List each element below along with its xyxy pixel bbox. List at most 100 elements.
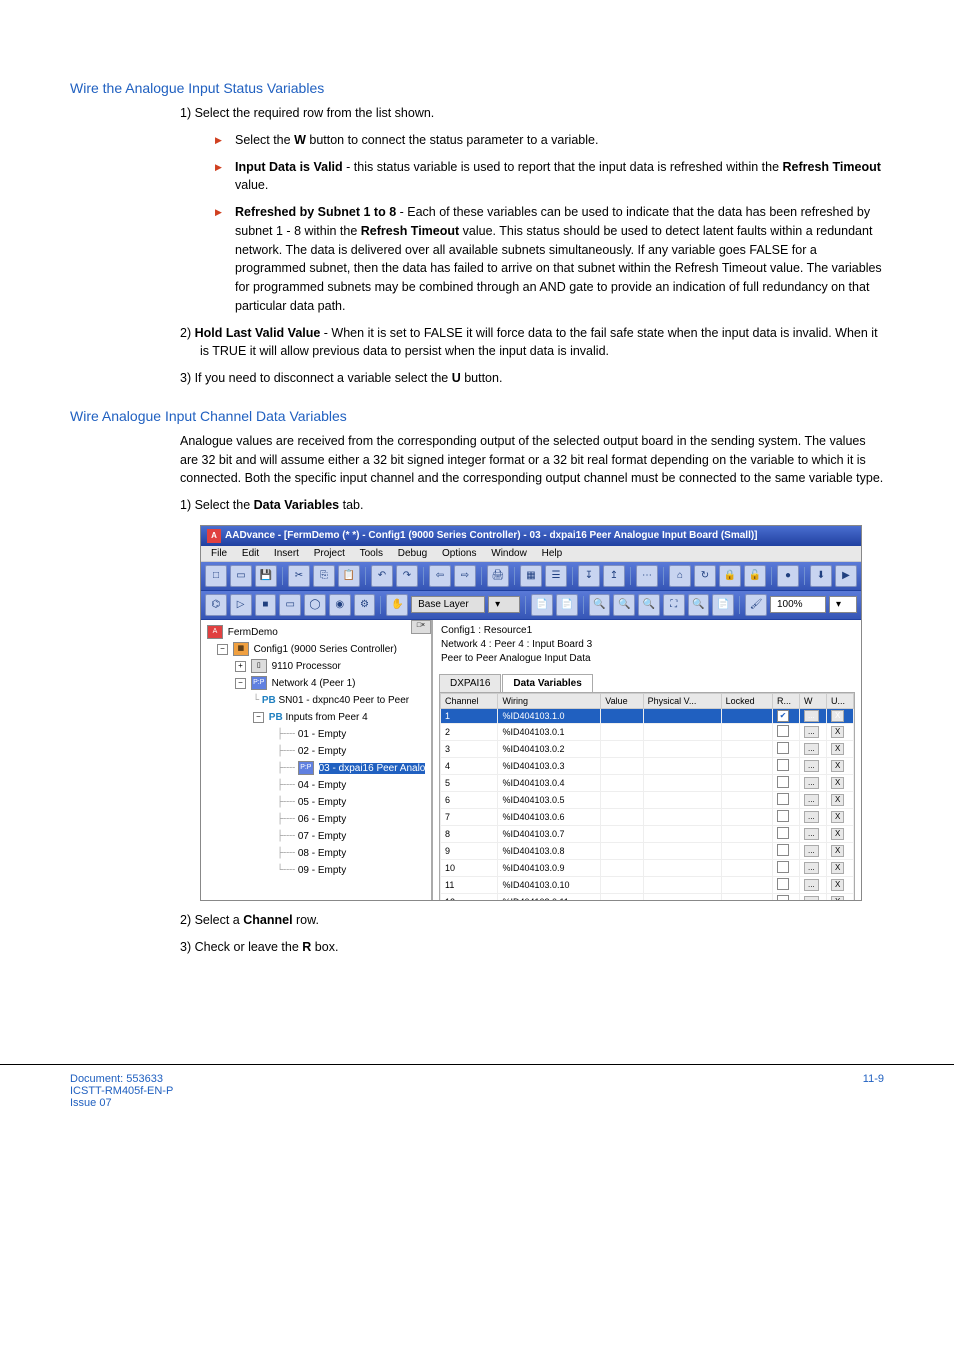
sort-asc-icon[interactable]: ↧: [578, 565, 600, 587]
u-button[interactable]: X: [831, 710, 844, 722]
u-button[interactable]: X: [831, 879, 844, 891]
table-row[interactable]: 12%ID404103.0.11...X: [441, 893, 854, 900]
r-checkbox[interactable]: [777, 742, 789, 754]
page-icon[interactable]: 📄: [712, 594, 734, 616]
undo-icon[interactable]: ↶: [371, 565, 393, 587]
sort-desc-icon[interactable]: ↥: [603, 565, 625, 587]
col-value[interactable]: Value: [601, 693, 643, 708]
r-checkbox[interactable]: [777, 861, 789, 873]
menu-file[interactable]: File: [205, 546, 233, 561]
list-icon[interactable]: ☰: [545, 565, 567, 587]
u-button[interactable]: X: [831, 845, 844, 857]
menu-edit[interactable]: Edit: [236, 546, 265, 561]
col-channel[interactable]: Channel: [441, 693, 498, 708]
w-button[interactable]: ...: [804, 862, 819, 874]
tile-icon[interactable]: ▦: [520, 565, 542, 587]
tree-slot-08[interactable]: ├╌╌ 08 - Empty: [203, 845, 429, 862]
r-checkbox[interactable]: [777, 810, 789, 822]
col-physical[interactable]: Physical V...: [643, 693, 721, 708]
back-icon[interactable]: ⇦: [429, 565, 451, 587]
print-icon[interactable]: 🖨: [487, 565, 509, 587]
tab-data-variables[interactable]: Data Variables: [502, 674, 592, 692]
menu-options[interactable]: Options: [436, 546, 482, 561]
zoom-select[interactable]: 100%: [770, 596, 826, 613]
menu-window[interactable]: Window: [485, 546, 533, 561]
table-row[interactable]: 4%ID404103.0.3...X: [441, 757, 854, 774]
unlock-icon[interactable]: 🔓: [744, 565, 766, 587]
w-button[interactable]: ...: [804, 879, 819, 891]
run-icon[interactable]: ▷: [230, 594, 252, 616]
new-icon[interactable]: □: [205, 565, 227, 587]
table-row[interactable]: 1%ID404103.1.0✔...X: [441, 708, 854, 723]
col-wiring[interactable]: Wiring: [498, 693, 601, 708]
layer-dropdown[interactable]: ▾: [488, 596, 520, 613]
hand-icon[interactable]: ✋: [386, 594, 408, 616]
zoom1-icon[interactable]: 🔍: [589, 594, 611, 616]
tree-processor[interactable]: + ▯ 9110 Processor: [203, 658, 429, 675]
table-row[interactable]: 6%ID404103.0.5...X: [441, 791, 854, 808]
w-button[interactable]: ...: [804, 845, 819, 857]
menu-help[interactable]: Help: [536, 546, 569, 561]
zoom3-icon[interactable]: 🔍: [638, 594, 660, 616]
w-button[interactable]: ...: [804, 710, 819, 722]
save-icon[interactable]: 💾: [255, 565, 277, 587]
next-icon[interactable]: ▶: [835, 565, 857, 587]
open-icon[interactable]: ▭: [230, 565, 252, 587]
w-button[interactable]: ...: [804, 811, 819, 823]
lock-icon[interactable]: 🔒: [719, 565, 741, 587]
brush-icon[interactable]: 🖌: [745, 594, 767, 616]
home-icon[interactable]: ⌂: [669, 565, 691, 587]
r-checkbox[interactable]: [777, 759, 789, 771]
forward-icon[interactable]: ⇨: [454, 565, 476, 587]
fit-icon[interactable]: ⛶: [663, 594, 685, 616]
tree-slot-02[interactable]: ├╌╌ 02 - Empty: [203, 743, 429, 760]
menu-tools[interactable]: Tools: [354, 546, 389, 561]
r-checkbox[interactable]: [777, 827, 789, 839]
tree-slot-06[interactable]: ├╌╌ 06 - Empty: [203, 811, 429, 828]
r-checkbox[interactable]: [777, 844, 789, 856]
tree-network[interactable]: − P:P Network 4 (Peer 1): [203, 675, 429, 692]
u-button[interactable]: X: [831, 828, 844, 840]
expander-icon[interactable]: +: [235, 661, 246, 672]
hierarchy-icon[interactable]: ⌬: [205, 594, 227, 616]
table-row[interactable]: 11%ID404103.0.10...X: [441, 876, 854, 893]
table-row[interactable]: 2%ID404103.0.1...X: [441, 723, 854, 740]
menu-project[interactable]: Project: [308, 546, 351, 561]
tree-slot-03[interactable]: ├╌╌ P:P 03 - dxpai16 Peer Analo: [203, 760, 429, 777]
tree-config[interactable]: − ▦ Config1 (9000 Series Controller): [203, 641, 429, 658]
r-checkbox[interactable]: ✔: [777, 710, 789, 722]
props-icon[interactable]: ⋯: [636, 565, 658, 587]
copy-icon[interactable]: ⎘: [313, 565, 335, 587]
w-button[interactable]: ...: [804, 896, 819, 900]
expander-icon[interactable]: −: [217, 644, 228, 655]
tree-slot-01[interactable]: ├╌╌ 01 - Empty: [203, 726, 429, 743]
u-button[interactable]: X: [831, 811, 844, 823]
tree-inputs[interactable]: − PB Inputs from Peer 4: [203, 709, 429, 726]
tree-slot-07[interactable]: ├╌╌ 07 - Empty: [203, 828, 429, 845]
expander-icon[interactable]: −: [253, 712, 264, 723]
u-button[interactable]: X: [831, 760, 844, 772]
table-row[interactable]: 3%ID404103.0.2...X: [441, 740, 854, 757]
u-button[interactable]: X: [831, 794, 844, 806]
light-icon[interactable]: ●: [777, 565, 799, 587]
tree-sn01[interactable]: └ PB SN01 - dxpnc40 Peer to Peer: [203, 692, 429, 709]
w-button[interactable]: ...: [804, 760, 819, 772]
screen-icon[interactable]: ▭: [279, 594, 301, 616]
col-locked[interactable]: Locked: [721, 693, 772, 708]
zoom-dropdown[interactable]: ▾: [829, 596, 857, 613]
circle2-icon[interactable]: ◉: [329, 594, 351, 616]
u-button[interactable]: X: [831, 726, 844, 738]
redo-icon[interactable]: ↷: [396, 565, 418, 587]
menu-insert[interactable]: Insert: [268, 546, 305, 561]
tree-slot-04[interactable]: ├╌╌ 04 - Empty: [203, 777, 429, 794]
stop-icon[interactable]: ■: [255, 594, 277, 616]
tree-root[interactable]: A FermDemo: [203, 624, 429, 641]
cut-icon[interactable]: ✂: [288, 565, 310, 587]
table-row[interactable]: 10%ID404103.0.9...X: [441, 859, 854, 876]
table-row[interactable]: 5%ID404103.0.4...X: [441, 774, 854, 791]
u-button[interactable]: X: [831, 777, 844, 789]
w-button[interactable]: ...: [804, 794, 819, 806]
circle-icon[interactable]: ◯: [304, 594, 326, 616]
r-checkbox[interactable]: [777, 725, 789, 737]
gear-icon[interactable]: ⚙: [354, 594, 376, 616]
